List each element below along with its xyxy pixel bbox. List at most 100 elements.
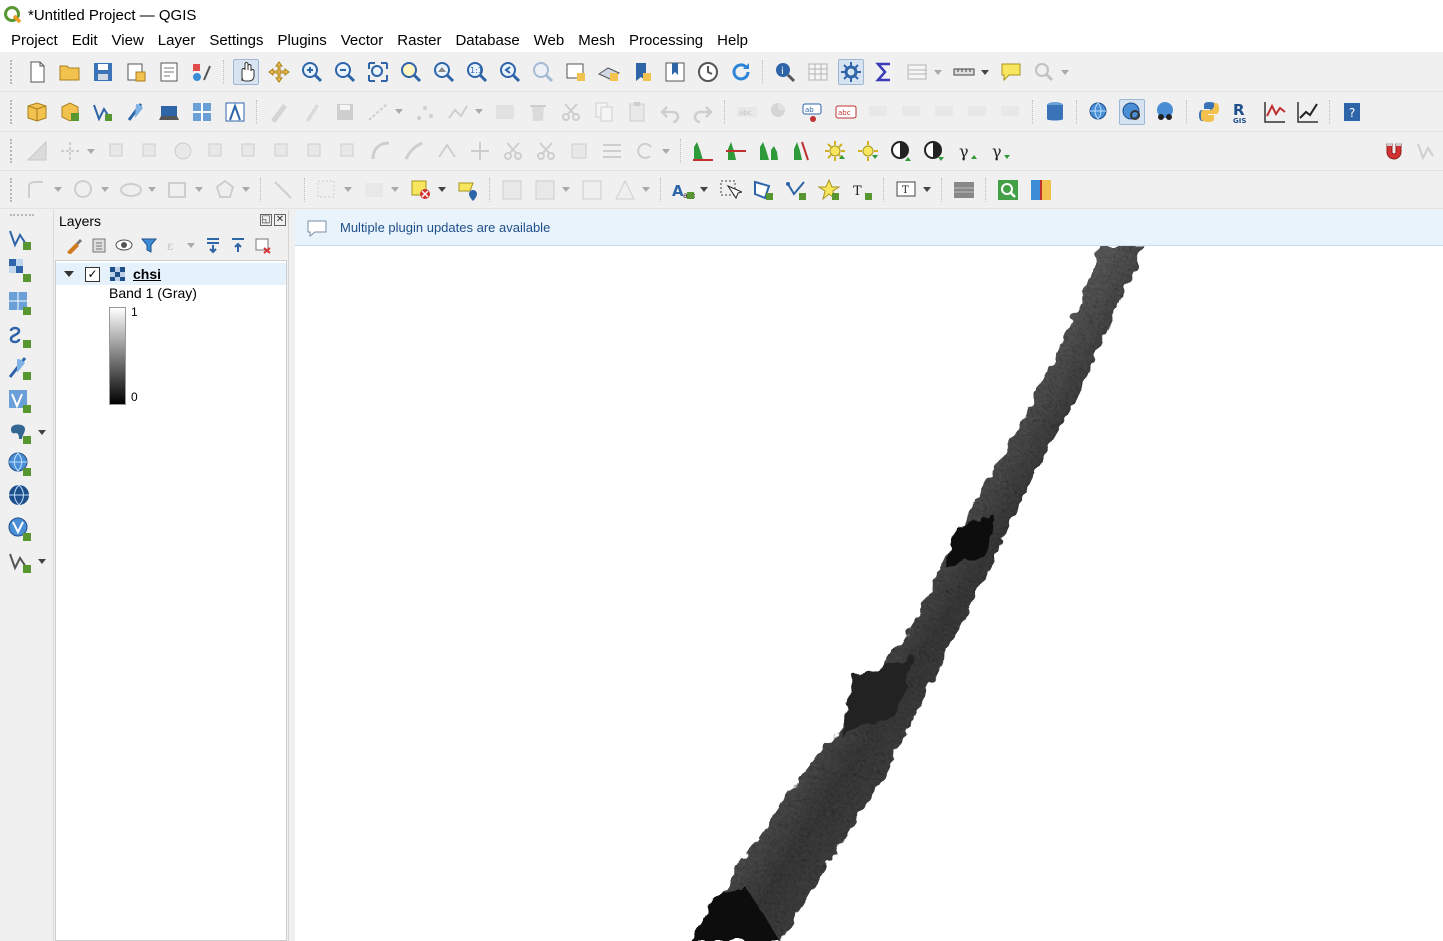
undo-icon[interactable] (657, 99, 683, 125)
decrease-gamma-icon[interactable]: γ (987, 138, 1013, 164)
trim-extend-icon[interactable] (467, 138, 493, 164)
cut-features-icon[interactable] (558, 99, 584, 125)
zoom-next-icon[interactable] (530, 59, 556, 85)
decrease-contrast-icon[interactable] (921, 138, 947, 164)
redo-icon[interactable] (690, 99, 716, 125)
pin-unpin-labels-icon[interactable]: abc (833, 99, 859, 125)
expand-all-icon[interactable] (203, 235, 223, 255)
merge-attributes-icon[interactable] (599, 138, 625, 164)
move-feature-dropdown[interactable] (86, 138, 96, 164)
menu-view[interactable]: View (105, 30, 151, 52)
layer-row-chsi[interactable]: ✓ chsi (56, 263, 286, 285)
add-raster-layer-icon[interactable] (6, 256, 34, 284)
menu-help[interactable]: Help (710, 30, 755, 52)
add-part-icon[interactable] (236, 138, 262, 164)
advanced-digitizing-panel-icon[interactable] (24, 138, 50, 164)
style-panel-icon[interactable] (64, 235, 84, 255)
offset-curve-icon[interactable] (401, 138, 427, 164)
delete-ring-icon[interactable] (302, 138, 328, 164)
menu-raster[interactable]: Raster (390, 30, 448, 52)
new-virtual-layer-icon[interactable] (189, 99, 215, 125)
create-text-annotation-icon[interactable]: T (849, 177, 875, 203)
new-mesh-layer-icon[interactable] (222, 99, 248, 125)
georeferencer-icon[interactable] (499, 177, 525, 203)
open-attribute-table-icon[interactable] (805, 59, 831, 85)
simplify-feature-icon[interactable] (170, 138, 196, 164)
quickosm-icon[interactable] (1152, 99, 1178, 125)
filter-legend-icon[interactable] (139, 235, 159, 255)
open-project-icon[interactable] (57, 59, 83, 85)
rotate-point-symbols-icon[interactable] (632, 138, 658, 164)
select-value-dropdown[interactable] (390, 177, 400, 203)
add-vector-tile-layer-icon[interactable] (6, 547, 34, 575)
circle-dropdown[interactable] (100, 177, 110, 203)
select-annotation-icon[interactable] (717, 177, 743, 203)
select-area-dropdown[interactable] (343, 177, 353, 203)
ellipse-dropdown[interactable] (147, 177, 157, 203)
new-3d-map-view-icon[interactable] (596, 59, 622, 85)
add-regular-polygon-icon[interactable] (212, 177, 238, 203)
histogram-icon[interactable] (690, 138, 716, 164)
float-panel-icon[interactable]: ◱ (260, 214, 272, 226)
data-source-manager-icon[interactable] (24, 99, 50, 125)
rectangle-dropdown[interactable] (194, 177, 204, 203)
menu-plugins[interactable]: Plugins (271, 30, 334, 52)
new-spatialite-layer-icon[interactable] (123, 99, 149, 125)
menu-project[interactable]: Project (4, 30, 65, 52)
labeling-dropdown[interactable] (699, 177, 709, 203)
scale-feature-icon[interactable] (137, 138, 163, 164)
refresh-icon[interactable] (728, 59, 754, 85)
collapse-arrow-icon[interactable] (64, 271, 74, 277)
statistical-summary-icon[interactable] (871, 59, 897, 85)
measure-line-icon[interactable] (951, 59, 977, 85)
new-bookmark-icon[interactable] (629, 59, 655, 85)
map-tips-icon[interactable] (998, 59, 1024, 85)
filter-expression-dropdown[interactable] (186, 235, 196, 255)
add-delimited-text-layer-icon[interactable] (6, 322, 34, 350)
rotate-label-icon[interactable] (932, 99, 958, 125)
regular-polygon-dropdown[interactable] (241, 177, 251, 203)
add-rectangle-icon[interactable] (165, 177, 191, 203)
delete-part-icon[interactable] (335, 138, 361, 164)
add-spatialite-layer-icon[interactable] (6, 354, 34, 382)
show-bookmarks-icon[interactable] (662, 59, 688, 85)
circular-string-dropdown[interactable] (53, 177, 63, 203)
copy-features-icon[interactable] (591, 99, 617, 125)
merge-features-icon[interactable] (566, 138, 592, 164)
toolbar-grip[interactable] (10, 99, 14, 124)
digitize-dropdown[interactable] (394, 99, 404, 125)
select-features-icon[interactable] (1031, 59, 1057, 85)
current-edits-icon[interactable] (266, 99, 292, 125)
select-by-area-icon[interactable] (314, 177, 340, 203)
new-map-view-icon[interactable] (563, 59, 589, 85)
metasearch-icon[interactable] (1086, 99, 1112, 125)
measure-dropdown[interactable] (980, 59, 990, 85)
local-histogram-icon[interactable] (756, 138, 782, 164)
profile-plot-icon[interactable] (1295, 99, 1321, 125)
add-vector-tile-dropdown[interactable] (38, 557, 48, 567)
add-ring-icon[interactable] (203, 138, 229, 164)
add-ellipse-icon[interactable] (118, 177, 144, 203)
layer-name[interactable]: chsi (133, 266, 161, 282)
split-parts-icon[interactable] (533, 138, 559, 164)
decrease-brightness-icon[interactable] (855, 138, 881, 164)
align-rasters-icon[interactable] (579, 177, 605, 203)
identify-features-icon[interactable]: i (772, 59, 798, 85)
vertex-tool-icon[interactable] (412, 99, 438, 125)
select-location-icon[interactable] (455, 177, 481, 203)
zoom-out-icon[interactable] (332, 59, 358, 85)
filter-by-expression-icon[interactable]: ε (164, 235, 184, 255)
layer-visibility-checkbox[interactable]: ✓ (85, 267, 100, 282)
digitize-line-icon[interactable] (365, 99, 391, 125)
menu-processing[interactable]: Processing (622, 30, 710, 52)
toolbar-grip[interactable] (10, 139, 14, 163)
pan-to-selection-icon[interactable] (266, 59, 292, 85)
rgis-icon[interactable]: R GIS (1229, 99, 1255, 125)
remove-layer-icon[interactable] (253, 235, 273, 255)
fill-ring-icon[interactable] (269, 138, 295, 164)
toggle-editing-icon[interactable] (299, 99, 325, 125)
profile-tool-icon[interactable] (1262, 99, 1288, 125)
map-swipe-icon[interactable] (1028, 177, 1054, 203)
split-features-icon[interactable] (500, 138, 526, 164)
add-virtual-layer-icon[interactable] (6, 387, 34, 415)
